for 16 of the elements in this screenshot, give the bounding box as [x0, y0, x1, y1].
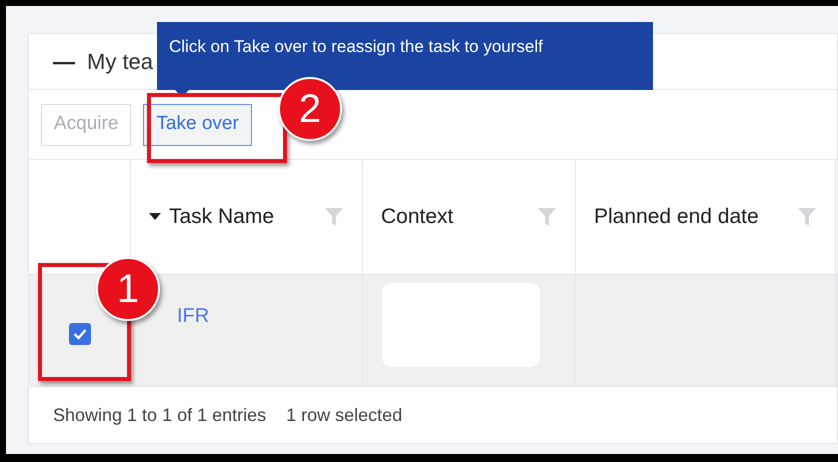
sort-caret-icon[interactable]	[149, 213, 161, 221]
filter-icon[interactable]	[797, 206, 817, 228]
selection-count: 1 row selected	[286, 404, 402, 426]
toolbar-button[interactable]: Take over	[143, 104, 252, 146]
check-icon	[72, 328, 86, 340]
row-checkbox[interactable]	[68, 322, 90, 344]
column-header[interactable]: Planned end date	[594, 198, 764, 236]
column-header[interactable]: Task Name	[169, 198, 316, 236]
column-header[interactable]: Context	[381, 198, 529, 236]
filter-icon[interactable]	[537, 206, 557, 228]
filter-icon[interactable]	[324, 206, 344, 228]
panel-title: My tea	[87, 48, 154, 76]
entries-count: Showing 1 to 1 of 1 entries	[53, 404, 266, 427]
collapse-icon[interactable]: —	[53, 45, 75, 78]
tooltip: Click on Take over to reassign the task to yourself	[157, 22, 653, 90]
task-link[interactable]: IFR	[177, 305, 210, 327]
